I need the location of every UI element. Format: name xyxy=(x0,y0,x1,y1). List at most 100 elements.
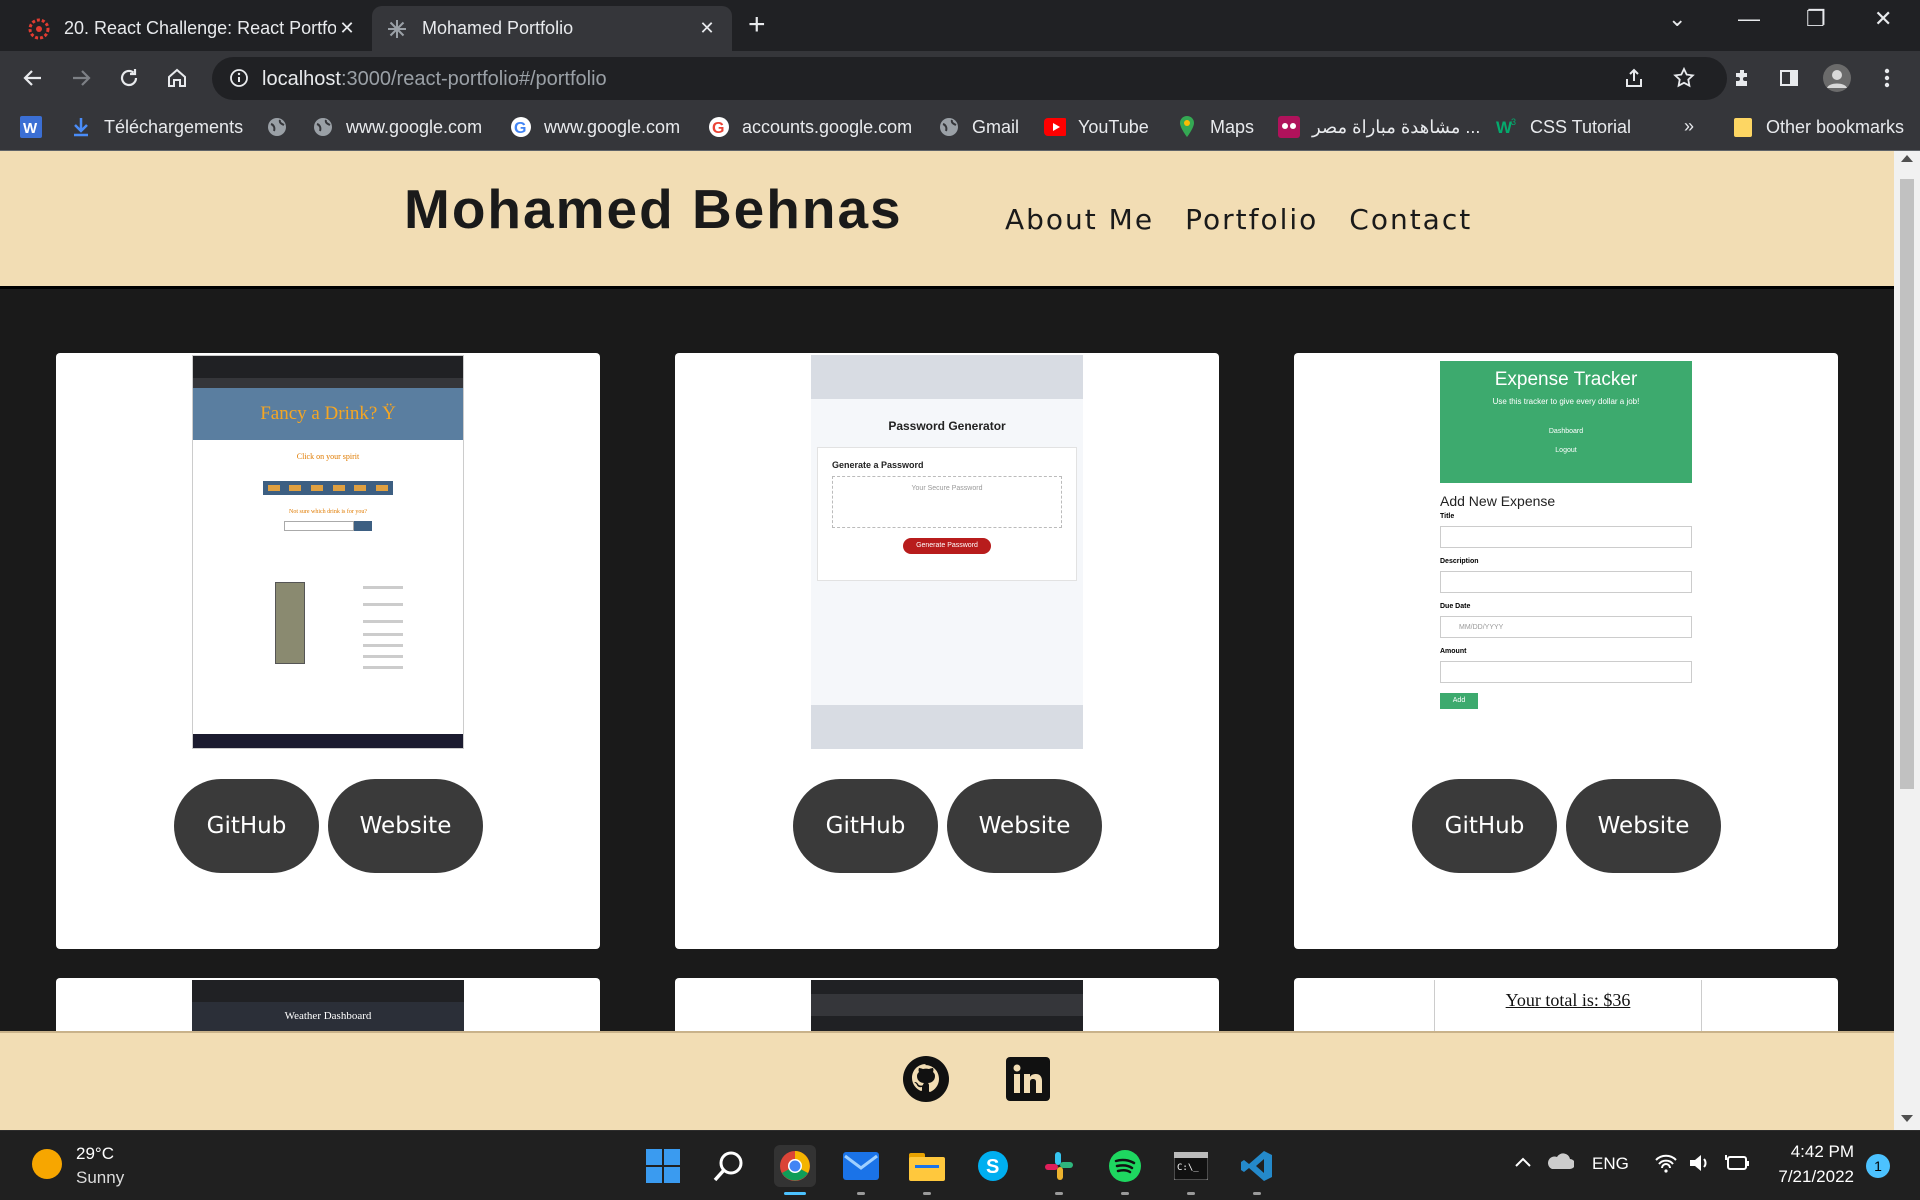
wifi-icon[interactable] xyxy=(1654,1153,1678,1178)
github-button[interactable]: GitHub xyxy=(793,779,938,873)
reload-icon[interactable] xyxy=(114,63,144,93)
tray-overflow-icon[interactable] xyxy=(1514,1153,1532,1173)
project-screenshot: Expense Tracker Use this tracker to give… xyxy=(1440,355,1692,749)
preview-field-label: Amount xyxy=(1440,648,1467,655)
bookmark-accounts-google[interactable]: G accounts.google.com xyxy=(708,116,912,138)
weather-temp[interactable]: 29°C xyxy=(76,1144,114,1164)
chrome-menu-icon[interactable] xyxy=(1872,63,1902,93)
tab-search-icon[interactable]: ⌄ xyxy=(1668,6,1686,32)
nav-contact[interactable]: Contact xyxy=(1349,203,1472,236)
project-card-password-generator: Password Generator Generate a Password Y… xyxy=(675,353,1219,949)
tab-title: Mohamed Portfolio xyxy=(422,18,574,38)
tab-mohamed-portfolio[interactable]: Mohamed Portfolio ✕ xyxy=(372,6,732,51)
extensions-icon[interactable] xyxy=(1728,63,1758,93)
profile-avatar[interactable] xyxy=(1822,63,1852,93)
file-explorer-icon[interactable] xyxy=(906,1145,948,1195)
side-panel-icon[interactable] xyxy=(1774,63,1804,93)
globe-icon xyxy=(266,116,288,138)
preview-generate-button: Generate Password xyxy=(903,538,991,554)
preview-field-label: Description xyxy=(1440,558,1479,565)
svg-text:S: S xyxy=(986,1156,999,1178)
site-title: Mohamed Behnas xyxy=(404,178,903,240)
preview-subheading: Use this tracker to give every dollar a … xyxy=(1492,397,1640,406)
linkedin-icon[interactable] xyxy=(1006,1057,1050,1106)
loading-icon xyxy=(386,18,408,40)
preview-link-dashboard: Dashboard xyxy=(1548,428,1584,435)
close-tab-icon[interactable]: ✕ xyxy=(696,18,718,39)
bookmark-globe[interactable] xyxy=(266,116,300,138)
website-button[interactable]: Website xyxy=(947,779,1102,873)
share-icon[interactable] xyxy=(1622,67,1646,96)
nav-portfolio[interactable]: Portfolio xyxy=(1185,203,1318,236)
back-icon[interactable] xyxy=(18,63,48,93)
volume-icon[interactable] xyxy=(1688,1153,1712,1178)
bookmark-match[interactable]: مشاهدة مباراة مصر ... xyxy=(1278,116,1480,138)
bookmark-youtube[interactable]: YouTube xyxy=(1044,116,1149,138)
scroll-up-arrow-icon[interactable] xyxy=(1901,155,1913,162)
site-header: Mohamed Behnas About Me Portfolio Contac… xyxy=(0,151,1894,289)
bookmark-word[interactable]: W xyxy=(20,116,54,138)
close-tab-icon[interactable]: ✕ xyxy=(336,18,358,39)
site-info-icon[interactable] xyxy=(228,67,250,94)
battery-icon[interactable] xyxy=(1724,1153,1750,1178)
search-icon[interactable] xyxy=(708,1145,750,1187)
slack-icon[interactable] xyxy=(1038,1145,1080,1195)
svg-text:G: G xyxy=(514,120,526,137)
youtube-icon xyxy=(1044,116,1066,138)
project-card-weather-dashboard: Weather Dashboard xyxy=(56,978,600,1038)
preview-heading: Password Generator xyxy=(888,419,1006,433)
skype-icon[interactable]: S xyxy=(972,1145,1014,1187)
spotify-icon[interactable] xyxy=(1104,1145,1146,1195)
globe-icon xyxy=(312,116,334,138)
preview-subheading: Click on your spirit xyxy=(296,452,360,461)
github-icon[interactable] xyxy=(902,1055,950,1108)
site-nav: About Me Portfolio Contact xyxy=(1005,203,1472,236)
chrome-icon[interactable] xyxy=(774,1145,816,1195)
forward-icon[interactable] xyxy=(66,63,96,93)
bookmark-google-1[interactable]: www.google.com xyxy=(312,116,482,138)
page-scrollbar[interactable] xyxy=(1894,151,1920,1130)
scroll-down-arrow-icon[interactable] xyxy=(1901,1115,1913,1122)
clock-time[interactable]: 4:42 PM xyxy=(1774,1142,1854,1162)
website-button[interactable]: Website xyxy=(1566,779,1721,873)
close-window-icon[interactable]: ✕ xyxy=(1874,6,1892,32)
svg-text:W: W xyxy=(23,120,38,137)
terminal-icon[interactable]: C:\_ xyxy=(1170,1145,1212,1195)
bookmark-downloads[interactable]: Téléchargements xyxy=(70,116,243,138)
scroll-thumb[interactable] xyxy=(1900,179,1914,789)
home-icon[interactable] xyxy=(162,63,192,93)
other-bookmarks-folder[interactable]: Other bookmarks xyxy=(1732,116,1904,138)
bookmark-star-icon[interactable] xyxy=(1672,66,1696,95)
preview-placeholder: Your Secure Password xyxy=(832,476,1062,528)
minimize-icon[interactable]: — xyxy=(1738,6,1760,32)
site-footer xyxy=(0,1031,1894,1130)
website-button[interactable]: Website xyxy=(328,779,483,873)
weather-desc[interactable]: Sunny xyxy=(76,1168,124,1188)
bookmark-google-2[interactable]: G www.google.com xyxy=(510,116,680,138)
bookmark-css-tutorial[interactable]: W3 CSS Tutorial xyxy=(1496,116,1631,138)
svg-text:C:\_: C:\_ xyxy=(1177,1163,1199,1173)
more-bookmarks-button[interactable]: » xyxy=(1684,116,1694,137)
notification-badge[interactable]: 1 xyxy=(1866,1154,1890,1178)
vscode-icon[interactable] xyxy=(1236,1145,1278,1195)
browser-toolbar: localhost:3000/react-portfolio#/portfoli… xyxy=(0,51,1920,106)
preview-date-placeholder: MM/DD/YYYY xyxy=(1440,616,1692,638)
github-button[interactable]: GitHub xyxy=(174,779,319,873)
address-bar[interactable]: localhost:3000/react-portfolio#/portfoli… xyxy=(212,57,1727,100)
start-icon[interactable] xyxy=(642,1145,684,1187)
windows-taskbar: 29°C Sunny S C:\_ ENG 4:42 PM 7/21/2022 … xyxy=(0,1130,1920,1200)
nav-about-me[interactable]: About Me xyxy=(1005,203,1154,236)
bookmark-maps[interactable]: Maps xyxy=(1176,116,1254,138)
new-tab-button[interactable]: + xyxy=(748,10,766,40)
restore-icon[interactable]: ❐ xyxy=(1806,6,1826,32)
tab-react-challenge[interactable]: 20. React Challenge: React Portfolio ✕ xyxy=(14,6,372,51)
onedrive-icon[interactable] xyxy=(1546,1151,1575,1176)
preview-form-title: Add New Expense xyxy=(1440,493,1556,509)
preview-total: Your total is: $36 xyxy=(1505,990,1631,1010)
mail-icon[interactable] xyxy=(840,1145,882,1195)
bookmark-gmail[interactable]: Gmail xyxy=(938,116,1019,138)
language-indicator[interactable]: ENG xyxy=(1592,1154,1629,1174)
weather-sun-icon[interactable] xyxy=(30,1147,64,1186)
clock-date[interactable]: 7/21/2022 xyxy=(1772,1167,1854,1187)
github-button[interactable]: GitHub xyxy=(1412,779,1557,873)
